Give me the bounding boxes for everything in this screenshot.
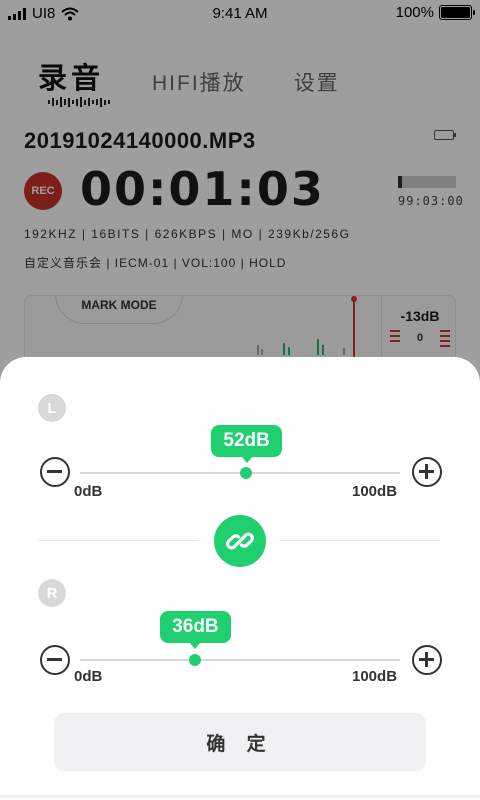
divider [280, 540, 440, 541]
left-min-label: 0dB [74, 483, 103, 500]
minus-icon [47, 470, 62, 473]
right-max-label: 100dB [352, 668, 398, 685]
right-channel-badge: R [38, 579, 66, 607]
left-slider-thumb[interactable] [240, 467, 253, 479]
left-gain-slider[interactable] [80, 467, 400, 479]
right-min-label: 0dB [74, 668, 103, 685]
divider [38, 540, 198, 541]
left-channel-badge: L [38, 394, 66, 422]
confirm-button[interactable]: 确 定 [54, 713, 426, 771]
right-decrease-button[interactable] [40, 645, 70, 675]
left-increase-button[interactable] [412, 457, 442, 487]
right-slider-thumb[interactable] [189, 654, 202, 666]
home-indicator [0, 795, 480, 798]
left-gain-tooltip: 52dB [211, 425, 282, 463]
link-channels-button[interactable] [214, 515, 266, 567]
minus-icon [47, 658, 62, 661]
right-gain-tooltip: 36dB [160, 611, 231, 649]
left-max-label: 100dB [352, 483, 398, 500]
gain-sheet: L 52dB 0dB 100dB R 36dB 0dB 100dB 确 定 [0, 357, 480, 800]
left-decrease-button[interactable] [40, 457, 70, 487]
link-icon [226, 532, 254, 550]
right-gain-slider[interactable] [80, 654, 400, 666]
right-increase-button[interactable] [412, 645, 442, 675]
